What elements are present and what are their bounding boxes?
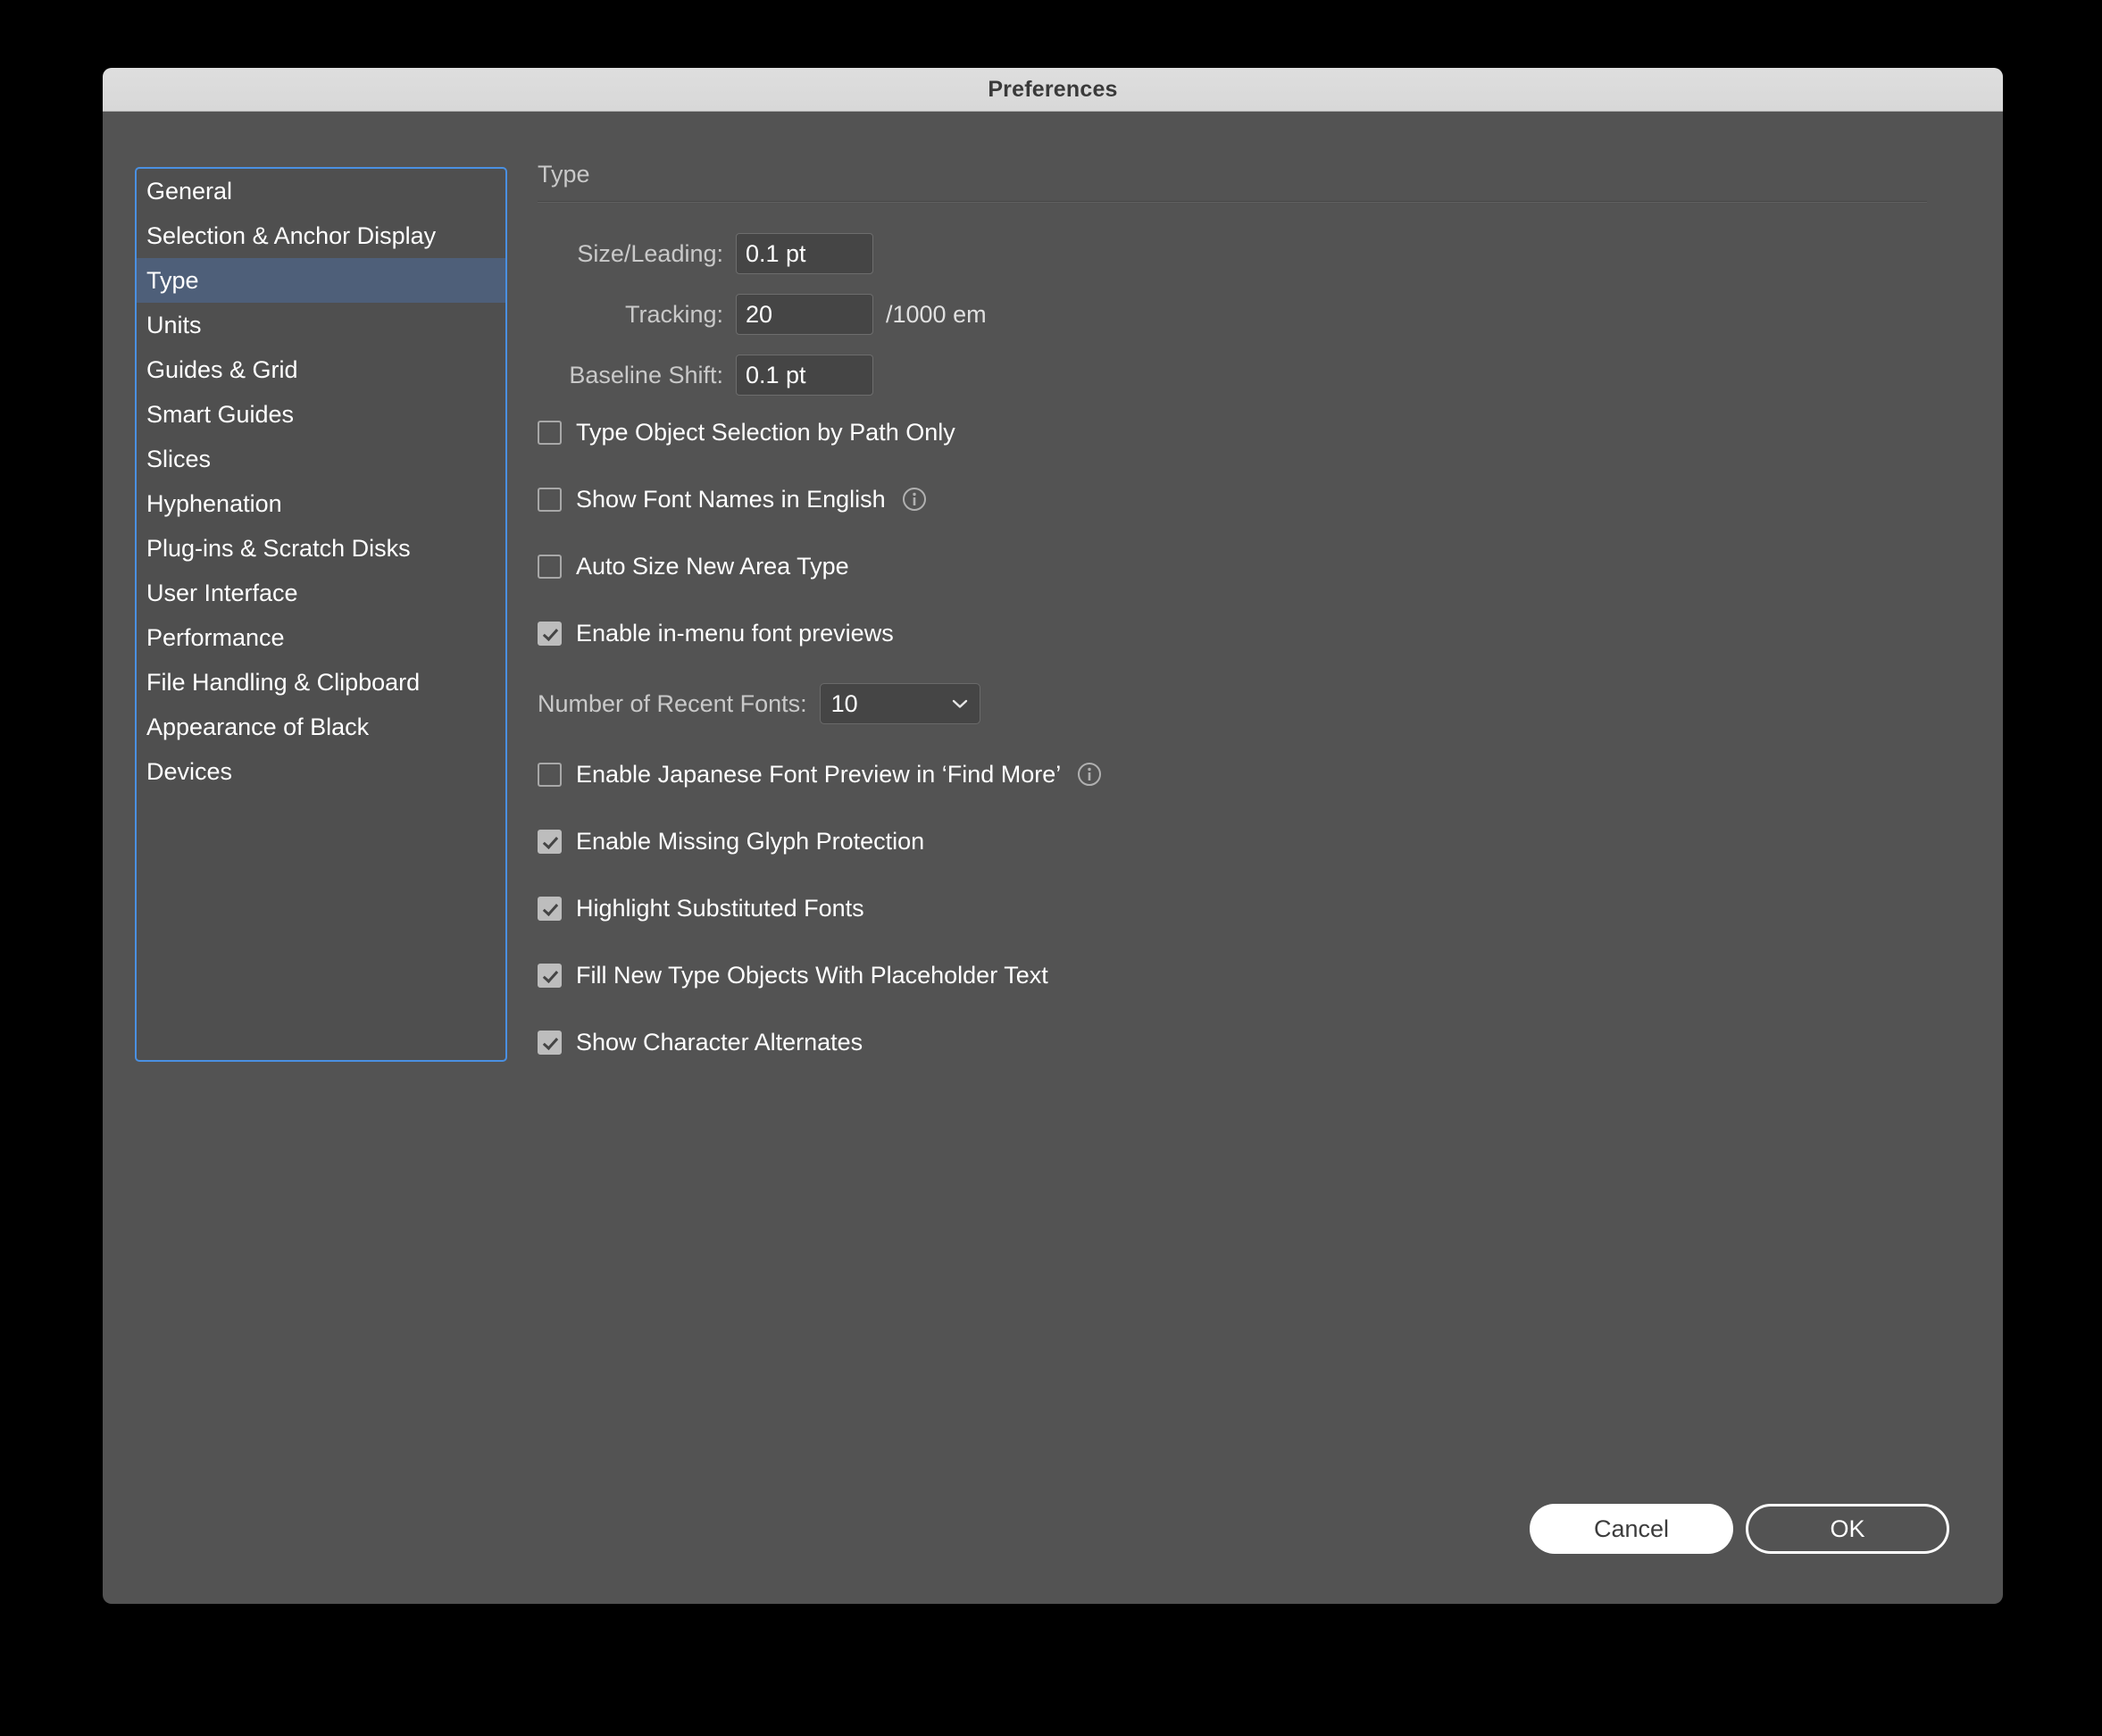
sidebar-item-general[interactable]: General bbox=[137, 169, 505, 213]
sidebar-item-smart-guides[interactable]: Smart Guides bbox=[137, 392, 505, 437]
sidebar-item-label: Units bbox=[146, 312, 202, 338]
sidebar-item-label: User Interface bbox=[146, 580, 298, 606]
checkbox-unchecked-icon[interactable] bbox=[538, 487, 562, 512]
checkbox-unchecked-icon[interactable] bbox=[538, 420, 562, 445]
checkbox-label: Type Object Selection by Path Only bbox=[576, 418, 955, 446]
info-icon[interactable] bbox=[902, 487, 927, 512]
field-input[interactable] bbox=[736, 355, 873, 396]
preferences-dialog: Preferences General Selection & Anchor Di… bbox=[103, 68, 2003, 1604]
checkbox-unchecked-icon[interactable] bbox=[538, 554, 562, 579]
sidebar-item-appearance-of-black[interactable]: Appearance of Black bbox=[137, 705, 505, 749]
chevron-down-icon bbox=[952, 699, 967, 708]
panel-section-title: Type bbox=[538, 161, 590, 188]
sidebar-item-devices[interactable]: Devices bbox=[137, 749, 505, 794]
info-icon[interactable] bbox=[1077, 762, 1102, 787]
sidebar-item-label: Plug-ins & Scratch Disks bbox=[146, 535, 411, 562]
sidebar-item-label: General bbox=[146, 178, 233, 204]
sidebar-item-label: Slices bbox=[146, 446, 212, 472]
window-title: Preferences bbox=[988, 76, 1118, 102]
checkbox-checked-icon[interactable] bbox=[538, 963, 562, 988]
checkbox-label: Highlight Substituted Fonts bbox=[576, 894, 864, 922]
sidebar-item-label: Performance bbox=[146, 624, 285, 651]
sidebar-item-slices[interactable]: Slices bbox=[137, 437, 505, 481]
checkbox-row[interactable]: Enable in-menu font previews bbox=[538, 616, 1949, 650]
numeric-fields-group: Size/Leading: Tracking: /1000 em Baseline S… bbox=[538, 233, 1949, 396]
checkbox-row[interactable]: Fill New Type Objects With Placeholder T… bbox=[538, 958, 1949, 992]
field-suffix: /1000 em bbox=[886, 300, 987, 328]
sidebar-item-label: Devices bbox=[146, 758, 233, 785]
recent-fonts-select[interactable]: 10 bbox=[819, 683, 980, 724]
checkbox-row[interactable]: Enable Japanese Font Preview in ‘Find Mo… bbox=[538, 757, 1949, 791]
checkbox-checked-icon[interactable] bbox=[538, 896, 562, 921]
checkbox-label: Show Font Names in English bbox=[576, 485, 886, 513]
sidebar-item-label: Appearance of Black bbox=[146, 714, 370, 740]
sidebar-item-label: Selection & Anchor Display bbox=[146, 222, 437, 249]
dialog-body: General Selection & Anchor Display Type Uni… bbox=[103, 112, 2003, 1604]
section-divider bbox=[538, 201, 1927, 203]
cancel-button[interactable]: Cancel bbox=[1530, 1504, 1733, 1554]
checkbox-row[interactable]: Highlight Substituted Fonts bbox=[538, 891, 1949, 925]
recent-fonts-row: Number of Recent Fonts: 10 bbox=[538, 683, 1949, 724]
recent-fonts-value: 10 bbox=[830, 689, 858, 717]
checkbox-checked-icon[interactable] bbox=[538, 829, 562, 854]
title-bar: Preferences bbox=[103, 68, 2003, 112]
sidebar-item-plug-ins-scratch-disks[interactable]: Plug-ins & Scratch Disks bbox=[137, 526, 505, 571]
sidebar-item-label: File Handling & Clipboard bbox=[146, 669, 421, 696]
checkbox-unchecked-icon[interactable] bbox=[538, 762, 562, 787]
checkbox-row[interactable]: Show Character Alternates bbox=[538, 1025, 1949, 1059]
dialog-footer: Cancel OK bbox=[1530, 1504, 1949, 1554]
field-label: Tracking: bbox=[624, 300, 723, 328]
checkbox-row[interactable]: Show Font Names in English bbox=[538, 482, 1949, 516]
sidebar-item-type[interactable]: Type bbox=[137, 258, 505, 303]
sidebar-item-label: Hyphenation bbox=[146, 490, 282, 517]
checkbox-row[interactable]: Type Object Selection by Path Only bbox=[538, 415, 1949, 449]
field-label: Size/Leading: bbox=[577, 239, 723, 267]
checkbox-row[interactable]: Auto Size New Area Type bbox=[538, 549, 1949, 583]
type-settings-panel: Type Size/Leading: Tracking: /1000 em Basel… bbox=[538, 161, 1949, 1092]
sidebar-item-selection-anchor-display[interactable]: Selection & Anchor Display bbox=[137, 213, 505, 258]
checkbox-group-bottom: Enable Japanese Font Preview in ‘Find Mo… bbox=[538, 757, 1949, 1059]
field-row: Baseline Shift: bbox=[538, 355, 1949, 396]
field-label: Baseline Shift: bbox=[569, 361, 723, 388]
sidebar-item-file-handling-clipboard[interactable]: File Handling & Clipboard bbox=[137, 660, 505, 705]
field-row: Size/Leading: bbox=[538, 233, 1949, 274]
sidebar-item-performance[interactable]: Performance bbox=[137, 615, 505, 660]
checkbox-row[interactable]: Enable Missing Glyph Protection bbox=[538, 824, 1949, 858]
field-row: Tracking: /1000 em bbox=[538, 294, 1949, 335]
sidebar-item-label: Smart Guides bbox=[146, 401, 295, 428]
checkbox-label: Enable Japanese Font Preview in ‘Find Mo… bbox=[576, 760, 1062, 788]
sidebar-item-guides-grid[interactable]: Guides & Grid bbox=[137, 347, 505, 392]
sidebar-item-user-interface[interactable]: User Interface bbox=[137, 571, 505, 615]
checkbox-label: Fill New Type Objects With Placeholder T… bbox=[576, 961, 1048, 989]
sidebar-item-label: Guides & Grid bbox=[146, 356, 298, 383]
sidebar-item-units[interactable]: Units bbox=[137, 303, 505, 347]
checkbox-checked-icon[interactable] bbox=[538, 1030, 562, 1055]
checkbox-label: Enable in-menu font previews bbox=[576, 619, 894, 647]
checkbox-group-top: Type Object Selection by Path Only Show F… bbox=[538, 415, 1949, 650]
checkbox-label: Auto Size New Area Type bbox=[576, 552, 849, 580]
checkbox-label: Enable Missing Glyph Protection bbox=[576, 827, 925, 855]
ok-button[interactable]: OK bbox=[1746, 1504, 1949, 1554]
checkbox-checked-icon[interactable] bbox=[538, 621, 562, 646]
sidebar-item-hyphenation[interactable]: Hyphenation bbox=[137, 481, 505, 526]
recent-fonts-label: Number of Recent Fonts: bbox=[538, 689, 807, 717]
checkbox-label: Show Character Alternates bbox=[576, 1028, 863, 1056]
sidebar-item-label: Type bbox=[146, 267, 199, 294]
field-input[interactable] bbox=[736, 233, 873, 274]
field-input[interactable] bbox=[736, 294, 873, 335]
category-list[interactable]: General Selection & Anchor Display Type Uni… bbox=[135, 167, 507, 1062]
